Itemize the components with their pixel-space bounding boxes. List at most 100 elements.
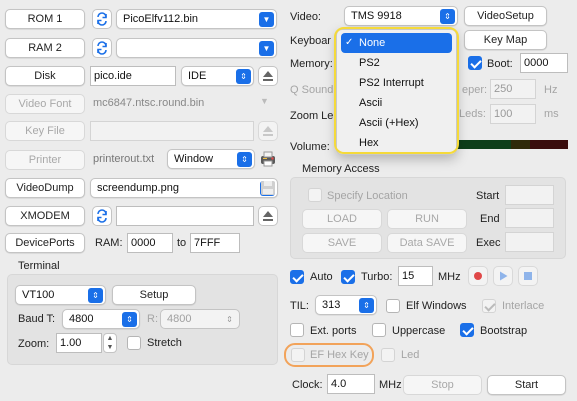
- turbo-label: Turbo:: [361, 271, 393, 283]
- disk-button[interactable]: Disk: [5, 66, 85, 86]
- stop-button[interactable]: Stop: [403, 375, 482, 395]
- disk-type-select[interactable]: IDE ⇕: [181, 66, 254, 86]
- video-setup-button[interactable]: VideoSetup: [464, 6, 547, 26]
- elf-windows-checkbox[interactable]: [386, 299, 400, 313]
- rom1-swap-button[interactable]: [92, 9, 112, 29]
- printer-icon[interactable]: [259, 150, 279, 170]
- turbo-checkbox[interactable]: [341, 270, 355, 284]
- video-label: Video:: [290, 11, 321, 23]
- terminal-type-select[interactable]: VT100 ⇕: [15, 285, 106, 305]
- video-dump-file-value: screendump.png: [97, 182, 179, 194]
- play-button[interactable]: [493, 266, 513, 286]
- stretch-checkbox[interactable]: [127, 336, 141, 350]
- xmodem-button[interactable]: XMODEM: [5, 206, 85, 226]
- boot-address-input[interactable]: 0000: [520, 53, 568, 73]
- clock-mhz-label: MHz: [379, 379, 402, 391]
- beeper-label: eper:: [462, 84, 488, 96]
- uppercase-checkbox[interactable]: [372, 323, 386, 337]
- memory-save-button[interactable]: SAVE: [302, 233, 382, 253]
- disk-eject-button[interactable]: [258, 66, 278, 86]
- run-button[interactable]: RUN: [387, 209, 467, 229]
- video-dump-button[interactable]: VideoDump: [5, 178, 85, 198]
- bootstrap-checkbox[interactable]: [460, 323, 474, 337]
- chevron-down-icon: ▼: [259, 41, 274, 56]
- specify-location-checkbox[interactable]: [308, 188, 322, 202]
- up-down-chevron-icon: ⇕: [122, 312, 137, 327]
- menu-item-ps2[interactable]: PS2: [341, 53, 452, 73]
- ram-from-input[interactable]: 0000: [127, 233, 173, 253]
- boot-label: Boot:: [487, 58, 513, 70]
- zoom-stepper[interactable]: ▲ ▼: [103, 333, 117, 353]
- end-address-input[interactable]: [505, 208, 554, 228]
- baud-r-select[interactable]: 4800 ⇕: [160, 309, 240, 329]
- video-font-button[interactable]: Video Font: [5, 94, 85, 114]
- clock-label: Clock:: [292, 379, 323, 391]
- turbo-mhz-label: MHz: [438, 271, 461, 283]
- ram-to-input[interactable]: 7FFF: [190, 233, 240, 253]
- til-select[interactable]: 313 ⇕: [315, 295, 377, 315]
- xmodem-eject-button[interactable]: [258, 206, 278, 226]
- ef-hex-key-label: EF Hex Key: [310, 349, 369, 361]
- device-ports-button[interactable]: DevicePorts: [5, 233, 85, 253]
- video-font-file: mc6847.ntsc.round.bin: [93, 97, 205, 109]
- data-save-button[interactable]: Data SAVE: [387, 233, 467, 253]
- turbo-speed-input[interactable]: 15: [398, 266, 433, 286]
- record-button[interactable]: [468, 266, 488, 286]
- menu-item-ascii-hex[interactable]: Ascii (+Hex): [341, 113, 452, 133]
- led-checkbox[interactable]: [381, 348, 395, 362]
- leds-input[interactable]: 100: [490, 104, 536, 124]
- boot-checkbox[interactable]: [468, 56, 482, 70]
- stretch-label: Stretch: [147, 337, 182, 349]
- eject-icon: [263, 126, 273, 136]
- terminal-group-title: Terminal: [18, 260, 60, 272]
- exec-address-input[interactable]: [505, 232, 554, 252]
- zoom-input[interactable]: 1.00: [56, 333, 102, 353]
- start-address-input[interactable]: [505, 185, 554, 205]
- interlace-checkbox[interactable]: [482, 299, 496, 313]
- stop-square-button[interactable]: [518, 266, 538, 286]
- xmodem-file-input[interactable]: [116, 206, 254, 226]
- til-value: 313: [322, 299, 341, 311]
- volume-meter[interactable]: [457, 140, 569, 149]
- key-file-eject-button[interactable]: [258, 121, 278, 141]
- swap-arrows-icon: [97, 209, 107, 223]
- clock-input[interactable]: 4.0: [327, 374, 375, 394]
- up-down-chevron-icon: ⇕: [237, 152, 252, 167]
- ef-hex-key-checkbox[interactable]: [291, 348, 305, 362]
- key-file-button[interactable]: Key File: [5, 121, 85, 141]
- ext-ports-checkbox[interactable]: [290, 323, 304, 337]
- video-type-select[interactable]: TMS 9918 ⇕: [344, 6, 458, 26]
- menu-item-none[interactable]: ✓ None: [341, 33, 452, 53]
- exec-address-label: Exec: [476, 237, 501, 249]
- specify-location-label: Specify Location: [327, 190, 408, 202]
- chevron-down-icon: ▼: [259, 12, 274, 27]
- rom1-file-select[interactable]: PicoElfv112.bin ▼: [116, 9, 277, 29]
- menu-item-hex[interactable]: Hex: [341, 133, 452, 153]
- eject-icon: [263, 71, 273, 81]
- interlace-label: Interlace: [502, 300, 545, 312]
- baud-t-select[interactable]: 4800 ⇕: [62, 309, 140, 329]
- video-dump-file-select[interactable]: screendump.png ▼: [90, 178, 278, 198]
- printer-button[interactable]: Printer: [5, 150, 85, 170]
- rom1-button[interactable]: ROM 1: [5, 9, 85, 29]
- led-label: Led: [401, 349, 420, 361]
- up-down-chevron-icon: ⇕: [236, 69, 251, 84]
- save-disk-icon[interactable]: [260, 180, 276, 199]
- key-map-button[interactable]: Key Map: [464, 30, 547, 50]
- menu-item-ps2-interrupt[interactable]: PS2 Interrupt: [341, 73, 452, 93]
- disk-file-input[interactable]: pico.ide: [90, 66, 176, 86]
- eject-icon: [263, 211, 273, 221]
- xmodem-swap-button[interactable]: [92, 206, 112, 226]
- load-button[interactable]: LOAD: [302, 209, 382, 229]
- key-file-input[interactable]: [90, 121, 254, 141]
- start-button[interactable]: Start: [487, 375, 566, 395]
- ram2-button[interactable]: RAM 2: [5, 38, 85, 58]
- printer-mode-select[interactable]: Window ⇕: [167, 149, 255, 169]
- beeper-input[interactable]: 250: [490, 79, 536, 99]
- auto-checkbox[interactable]: [290, 270, 304, 284]
- bootstrap-label: Bootstrap: [480, 325, 528, 337]
- ram2-file-select[interactable]: ▼: [116, 38, 277, 58]
- menu-item-ascii[interactable]: Ascii: [341, 93, 452, 113]
- ram2-swap-button[interactable]: [92, 38, 112, 58]
- terminal-setup-button[interactable]: Setup: [112, 285, 196, 305]
